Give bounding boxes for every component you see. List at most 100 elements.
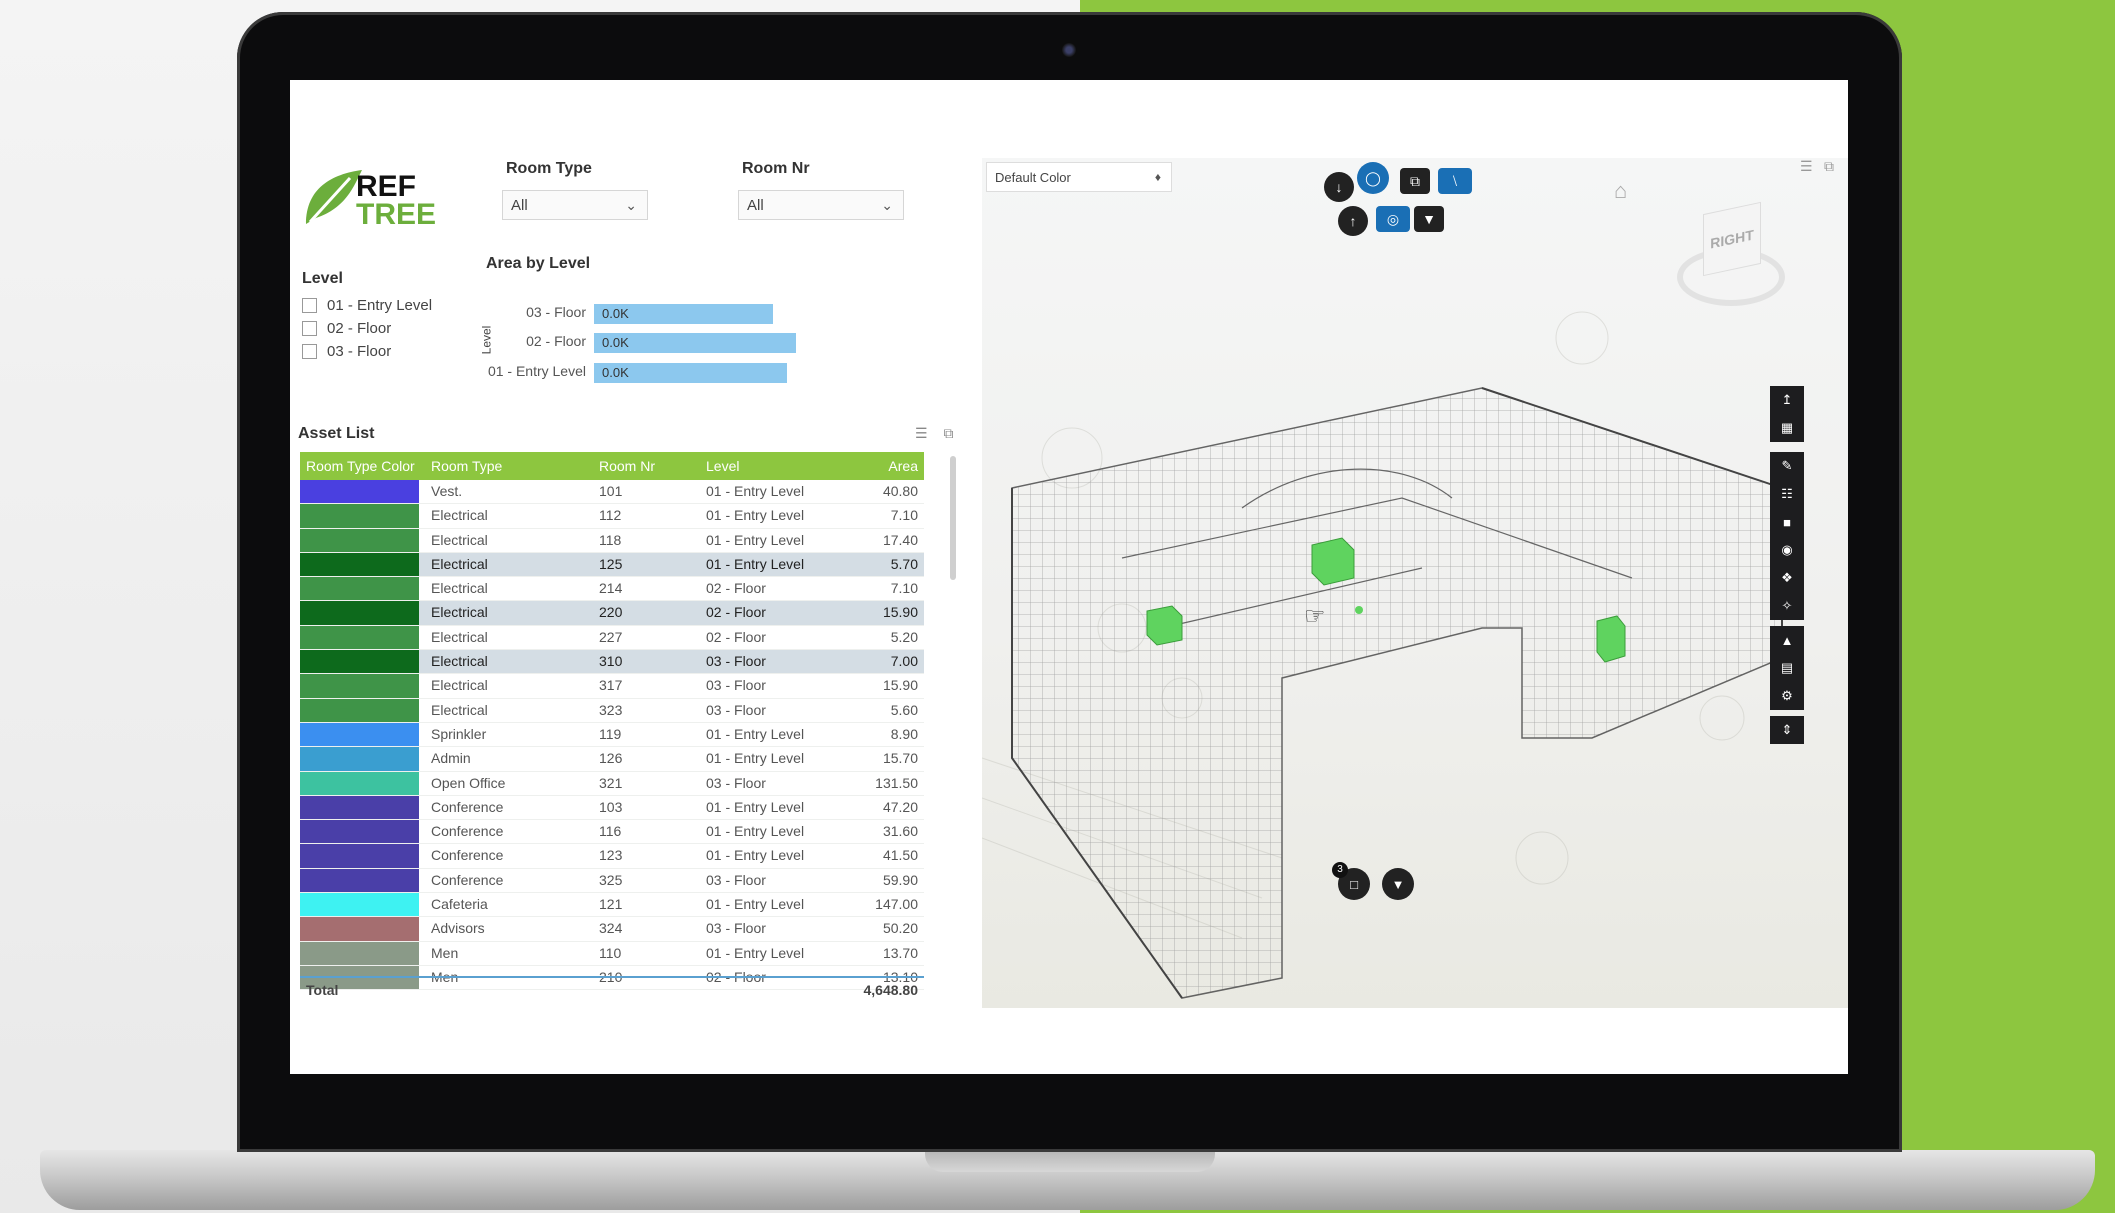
- checkbox[interactable]: [302, 321, 317, 336]
- column-header[interactable]: Room Type: [425, 452, 593, 480]
- laptop-notch: [925, 1150, 1215, 1172]
- room-nr-dropdown[interactable]: All ⌄: [738, 190, 904, 220]
- column-header[interactable]: Area: [840, 452, 924, 480]
- home-icon[interactable]: ⌂: [1614, 178, 1627, 204]
- column-header[interactable]: Room Type Color: [300, 452, 425, 480]
- level-cell: 01 - Entry Level: [706, 725, 805, 742]
- filter-icon[interactable]: ☰: [1800, 158, 1813, 175]
- room-type-cell: Electrical: [431, 555, 488, 572]
- level-option-label: 03 - Floor: [327, 343, 392, 360]
- column-header[interactable]: Room Nr: [593, 452, 700, 480]
- table-row[interactable]: Conference 123 01 - Entry Level 41.50: [300, 844, 924, 869]
- chevron-updown-icon: ♦: [1154, 170, 1161, 184]
- table-scrollbar[interactable]: [950, 456, 956, 580]
- area-bar[interactable]: 0.0K: [594, 333, 796, 353]
- table-row[interactable]: Electrical 310 03 - Floor 7.00: [300, 650, 924, 675]
- area-cell: 17.40: [882, 531, 918, 548]
- level-cell: 03 - Floor: [706, 677, 766, 694]
- copy-icon[interactable]: ⧉: [1400, 168, 1430, 194]
- room-nr-value: All: [747, 197, 764, 214]
- level-slicer-title: Level: [302, 270, 343, 287]
- room-nr-cell: 112: [599, 507, 622, 524]
- area-bar[interactable]: 0.0K: [594, 363, 787, 383]
- table-row[interactable]: Men 110 01 - Entry Level 13.70: [300, 941, 924, 966]
- measure-icon[interactable]: ✎: [1770, 452, 1804, 480]
- expand-toolbar-icon[interactable]: ⇕: [1770, 716, 1804, 744]
- table-row[interactable]: Vest. 101 01 - Entry Level 40.80: [300, 480, 924, 505]
- structure-icon[interactable]: ▲: [1770, 626, 1804, 654]
- area-bar[interactable]: 0.0K: [594, 304, 773, 324]
- room-nr-cell: 324: [599, 920, 623, 937]
- area-cell: 13.70: [882, 944, 918, 961]
- level-cell: 03 - Floor: [706, 920, 766, 937]
- target-icon[interactable]: ◎: [1376, 206, 1410, 232]
- table-row[interactable]: Electrical 125 01 - Entry Level 5.70: [300, 552, 924, 578]
- table-row[interactable]: Electrical 118 01 - Entry Level 17.40: [300, 528, 924, 553]
- level-option[interactable]: 03 - Floor: [302, 340, 432, 363]
- area-cell: 15.90: [882, 677, 918, 694]
- room-type-dropdown[interactable]: All ⌄: [502, 190, 648, 220]
- area-chart-title: Area by Level: [486, 255, 591, 272]
- level-cell: 03 - Floor: [706, 653, 766, 670]
- filter-icon[interactable]: ☰: [915, 425, 928, 441]
- settings-icon[interactable]: ⚙: [1770, 682, 1804, 710]
- column-header[interactable]: Level: [700, 452, 840, 480]
- room-nr-cell: 103: [599, 798, 623, 815]
- area-cell: 8.90: [890, 725, 918, 742]
- room-nr-cell: 126: [599, 750, 623, 767]
- room-type-cell: Conference: [431, 798, 504, 815]
- area-cell: 5.20: [890, 628, 918, 645]
- room-nr-label: Room Nr: [742, 160, 810, 177]
- model-browser-icon[interactable]: ❖: [1770, 564, 1804, 592]
- area-cell: 147.00: [875, 896, 918, 913]
- document-icon[interactable]: ▤: [1770, 654, 1804, 682]
- filter-icon[interactable]: ▼: [1414, 206, 1444, 232]
- table-row[interactable]: Sprinkler 119 01 - Entry Level 8.90: [300, 722, 924, 748]
- download-icon[interactable]: ↓: [1324, 172, 1354, 202]
- table-row[interactable]: Cafeteria 121 01 - Entry Level 147.00: [300, 893, 924, 918]
- filter-clear-icon[interactable]: ▼: [1382, 868, 1414, 900]
- table-row[interactable]: Electrical 323 03 - Floor 5.60: [300, 698, 924, 723]
- table-row[interactable]: Electrical 317 03 - Floor 15.90: [300, 674, 924, 699]
- table-row[interactable]: Electrical 227 02 - Floor 5.20: [300, 625, 924, 651]
- table-row[interactable]: Advisors 324 03 - Floor 50.20: [300, 917, 924, 942]
- isolate-icon[interactable]: ◯: [1357, 162, 1389, 194]
- hand-cursor-icon: ☞: [1304, 603, 1326, 630]
- table-row[interactable]: Electrical 214 02 - Floor 7.10: [300, 577, 924, 602]
- camera-icon[interactable]: ▦: [1770, 414, 1804, 442]
- upload-icon[interactable]: ↑: [1338, 206, 1368, 236]
- room-nr-cell: 119: [599, 725, 622, 742]
- table-row[interactable]: Admin 126 01 - Entry Level 15.70: [300, 747, 924, 772]
- table-row[interactable]: Electrical 112 01 - Entry Level 7.10: [300, 504, 924, 529]
- level-option[interactable]: 01 - Entry Level: [302, 294, 432, 317]
- table-row[interactable]: Electrical 220 02 - Floor 15.90: [300, 601, 924, 626]
- room-type-color-cell: [300, 795, 425, 820]
- properties-icon[interactable]: ✧: [1770, 592, 1804, 620]
- view-cube-face[interactable]: RIGHT: [1703, 201, 1761, 277]
- total-value: 4,648.80: [863, 982, 919, 998]
- area-cell: 7.10: [890, 507, 918, 524]
- navigate-icon[interactable]: ↥: [1770, 386, 1804, 414]
- table-row[interactable]: Conference 103 01 - Entry Level 47.20: [300, 795, 924, 821]
- color-swatch: [300, 480, 419, 504]
- table-row[interactable]: Conference 325 03 - Floor 59.90: [300, 868, 924, 894]
- room-type-cell: Conference: [431, 871, 504, 888]
- expand-icon[interactable]: ⧉: [1824, 158, 1834, 175]
- room-type-cell: Advisors: [431, 920, 485, 937]
- color-swatch: [300, 917, 419, 941]
- section-analysis-icon[interactable]: ☷: [1770, 480, 1804, 508]
- level-option[interactable]: 02 - Floor: [302, 317, 432, 340]
- model-viewer[interactable]: Default Color ♦ ↓ ◯ ⧉ ⧵ ↑ ◎ ▼ ☰ ⧉ ⌂ RIGH…: [982, 158, 1848, 1008]
- checkbox[interactable]: [302, 298, 317, 313]
- table-row[interactable]: Open Office 321 03 - Floor 131.50: [300, 771, 924, 796]
- table-row[interactable]: Conference 116 01 - Entry Level 31.60: [300, 820, 924, 845]
- layers-icon[interactable]: ◉: [1770, 536, 1804, 564]
- room-type-color-cell: [300, 722, 425, 747]
- focus-mode-icon[interactable]: ⧉: [943, 425, 953, 441]
- explode-icon[interactable]: ■: [1770, 508, 1804, 536]
- room-type-color-cell: [300, 698, 425, 722]
- color-mode-select[interactable]: Default Color ♦: [986, 162, 1172, 192]
- section-icon[interactable]: ⧵: [1438, 168, 1472, 194]
- checkbox[interactable]: [302, 344, 317, 359]
- view-cube[interactable]: RIGHT: [1677, 201, 1785, 308]
